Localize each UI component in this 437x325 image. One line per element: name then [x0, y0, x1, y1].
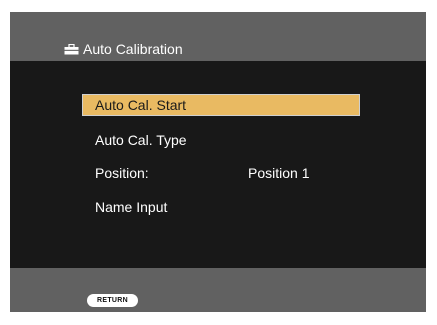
menu-item-auto-cal-type[interactable]: Auto Cal. Type [82, 129, 360, 151]
menu-item-label: Auto Cal. Start [95, 97, 187, 113]
osd-screen: Auto Calibration Auto Cal. Start Auto Ca… [10, 12, 426, 312]
toolbox-icon [64, 43, 79, 54]
menu-item-label: Name Input [95, 199, 168, 215]
return-button[interactable]: RETURN [87, 294, 138, 307]
page-title: Auto Calibration [64, 41, 183, 57]
footer-bar: RETURN [10, 268, 426, 312]
menu-item-name-input[interactable]: Name Input [82, 196, 360, 218]
page-title-text: Auto Calibration [83, 41, 183, 57]
menu-item-auto-cal-start[interactable]: Auto Cal. Start [82, 94, 360, 116]
header-bar: Auto Calibration [10, 12, 426, 61]
menu-item-position[interactable]: Position: Position 1 [82, 162, 360, 184]
menu-item-label: Position: [95, 165, 149, 181]
menu-item-label: Auto Cal. Type [95, 132, 187, 148]
position-value: Position 1 [248, 165, 310, 181]
